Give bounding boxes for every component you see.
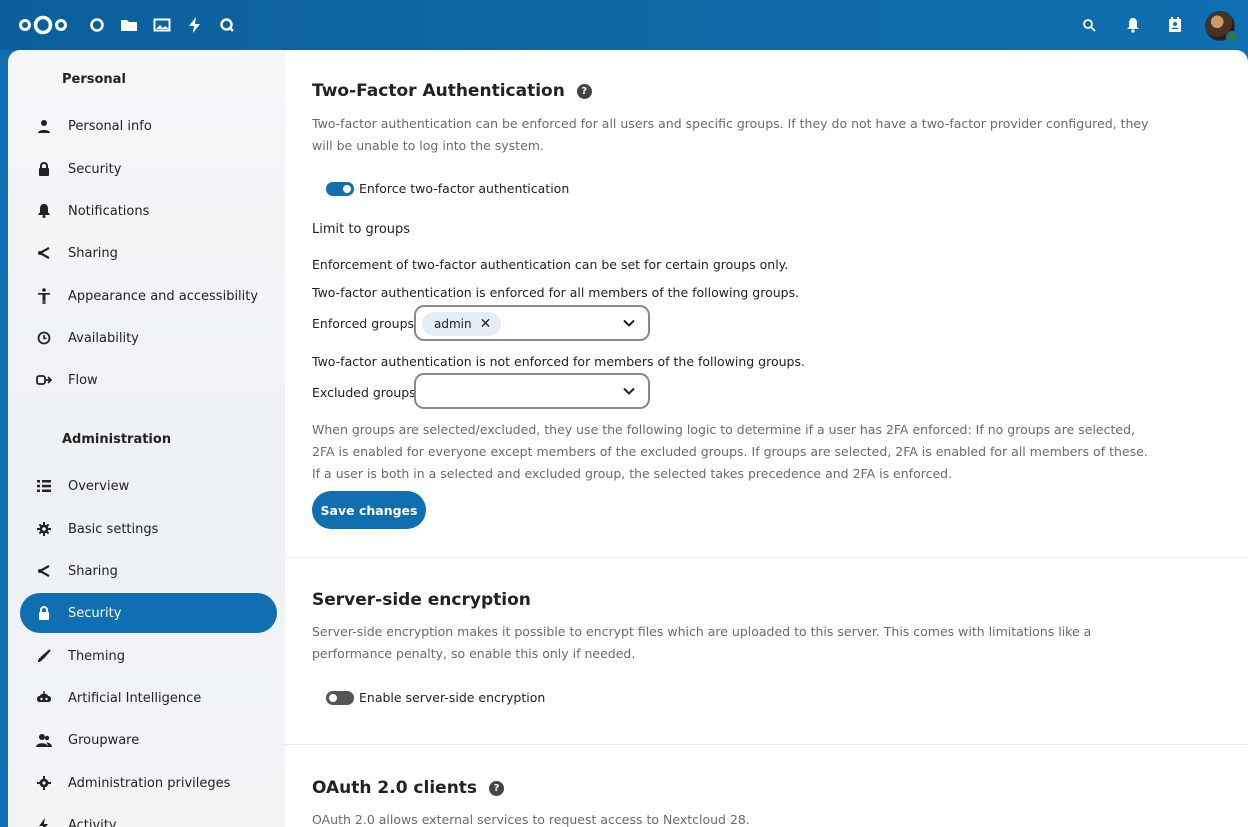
enable-sse-label[interactable]: Enable server-side encryption — [359, 690, 545, 705]
bell-icon — [36, 203, 52, 219]
sidebar-item-label: Administration privileges — [68, 775, 231, 791]
ai-icon — [36, 690, 52, 706]
settings-content: Two-Factor Authentication ? Two-factor a… — [285, 50, 1248, 827]
sidebar-item-appearance[interactable]: Appearance and accessibility — [20, 276, 277, 316]
sidebar-item-personal-sharing[interactable]: Sharing — [20, 233, 277, 273]
group-chip-admin: admin ✕ — [422, 312, 502, 336]
sidebar-item-label: Artificial Intelligence — [68, 690, 202, 706]
chip-label: admin — [434, 317, 472, 331]
sse-title-text: Server-side encryption — [312, 590, 531, 610]
sidebar-item-label: Sharing — [68, 563, 118, 579]
admin-gear-icon — [36, 775, 52, 791]
sidebar-item-label: Basic settings — [68, 521, 159, 537]
lock-icon — [36, 161, 52, 177]
enforce-2fa-label[interactable]: Enforce two-factor authentication — [359, 181, 569, 196]
top-header — [0, 0, 1248, 50]
nextcloud-logo[interactable] — [16, 13, 70, 37]
sidebar-item-label: Overview — [68, 478, 130, 494]
remove-chip-icon[interactable]: ✕ — [480, 316, 492, 332]
sidebar-item-label: Availability — [68, 330, 139, 346]
section-divider — [285, 744, 1248, 745]
excluded-groups-select[interactable] — [414, 373, 650, 409]
sidebar-item-label: Theming — [68, 648, 125, 664]
gear-icon — [36, 521, 52, 537]
limit-groups-title: Limit to groups — [312, 222, 411, 237]
brush-icon — [36, 648, 52, 664]
oauth-title-text: OAuth 2.0 clients — [312, 778, 478, 798]
twofa-section-title: Two-Factor Authentication ? — [312, 81, 592, 101]
sidebar-item-label: Personal info — [68, 118, 152, 134]
help-icon[interactable]: ? — [489, 780, 505, 796]
sidebar-item-availability[interactable]: Availability — [20, 318, 277, 358]
sidebar-item-theming[interactable]: Theming — [20, 636, 277, 676]
oauth-section-title: OAuth 2.0 clients ? — [312, 778, 505, 798]
user-icon — [36, 118, 52, 134]
accessibility-icon — [36, 288, 52, 304]
settings-sidebar: Personal Personal info Security Notifica… — [8, 50, 285, 827]
sidebar-item-admin-privileges[interactable]: Administration privileges — [20, 763, 277, 803]
excluded-groups-label: Excluded groups — [312, 385, 416, 400]
enable-sse-toggle[interactable] — [326, 691, 354, 705]
sidebar-item-label: Sharing — [68, 245, 118, 261]
sidebar-item-label: Security — [68, 605, 122, 621]
dashboard-icon[interactable] — [86, 14, 108, 36]
enforce-2fa-toggle[interactable] — [326, 182, 354, 196]
online-status-badge — [1226, 31, 1238, 43]
chevron-down-icon — [623, 387, 635, 395]
section-divider — [285, 557, 1248, 558]
sidebar-item-ai[interactable]: Artificial Intelligence — [20, 678, 277, 718]
sidebar-item-groupware[interactable]: Groupware — [20, 720, 277, 760]
twofa-title-text: Two-Factor Authentication — [312, 81, 565, 101]
search-icon[interactable] — [1077, 13, 1101, 37]
photos-icon[interactable] — [151, 14, 173, 36]
list-icon — [36, 478, 52, 494]
flow-icon — [36, 372, 52, 388]
share-icon — [36, 245, 52, 261]
activity-icon[interactable] — [184, 14, 206, 36]
sidebar-item-label: Activity — [68, 817, 117, 827]
sidebar-item-flow[interactable]: Flow — [20, 360, 277, 400]
sse-section-title: Server-side encryption — [312, 590, 531, 610]
help-icon[interactable]: ? — [576, 83, 592, 99]
sidebar-item-personal-info[interactable]: Personal info — [20, 106, 277, 146]
sidebar-item-activity[interactable]: Activity — [20, 805, 277, 827]
sidebar-item-admin-security[interactable]: Security — [20, 593, 277, 633]
files-icon[interactable] — [118, 14, 140, 36]
sidebar-item-personal-security[interactable]: Security — [20, 149, 277, 189]
chevron-down-icon — [623, 319, 635, 327]
enforced-groups-label: Enforced groups — [312, 316, 415, 331]
sidebar-item-label: Groupware — [68, 732, 140, 748]
notifications-icon[interactable] — [1121, 13, 1145, 37]
excluded-groups-description: Two-factor authentication is not enforce… — [312, 354, 805, 369]
limit-groups-description: Enforcement of two-factor authentication… — [312, 257, 789, 272]
clock-icon — [36, 330, 52, 346]
sidebar-item-label: Notifications — [68, 203, 150, 219]
group-icon — [36, 732, 52, 748]
lock-icon — [36, 605, 52, 621]
share-icon — [36, 563, 52, 579]
oauth-description: OAuth 2.0 allows external services to re… — [312, 812, 750, 827]
sidebar-item-label: Security — [68, 161, 122, 177]
save-changes-button[interactable]: Save changes — [312, 491, 426, 529]
sidebar-item-notifications[interactable]: Notifications — [20, 191, 277, 231]
group-logic-description: When groups are selected/excluded, they … — [312, 422, 1148, 481]
sse-description: Server-side encryption makes it possible… — [312, 624, 1092, 661]
enforced-groups-description: Two-factor authentication is enforced fo… — [312, 285, 800, 300]
twofa-description: Two-factor authentication can be enforce… — [312, 116, 1149, 153]
sidebar-item-admin-sharing[interactable]: Sharing — [20, 551, 277, 591]
sidebar-item-basic-settings[interactable]: Basic settings — [20, 509, 277, 549]
sidebar-item-overview[interactable]: Overview — [20, 466, 277, 506]
sidebar-caption-administration: Administration — [62, 432, 172, 447]
sidebar-caption-personal: Personal — [62, 72, 126, 87]
search-app-icon[interactable] — [216, 14, 238, 36]
sidebar-item-label: Flow — [68, 372, 98, 388]
contacts-icon[interactable] — [1163, 13, 1187, 37]
sidebar-item-label: Appearance and accessibility — [68, 288, 259, 304]
activity-icon — [36, 817, 52, 827]
enforced-groups-select[interactable]: admin ✕ — [414, 305, 650, 341]
